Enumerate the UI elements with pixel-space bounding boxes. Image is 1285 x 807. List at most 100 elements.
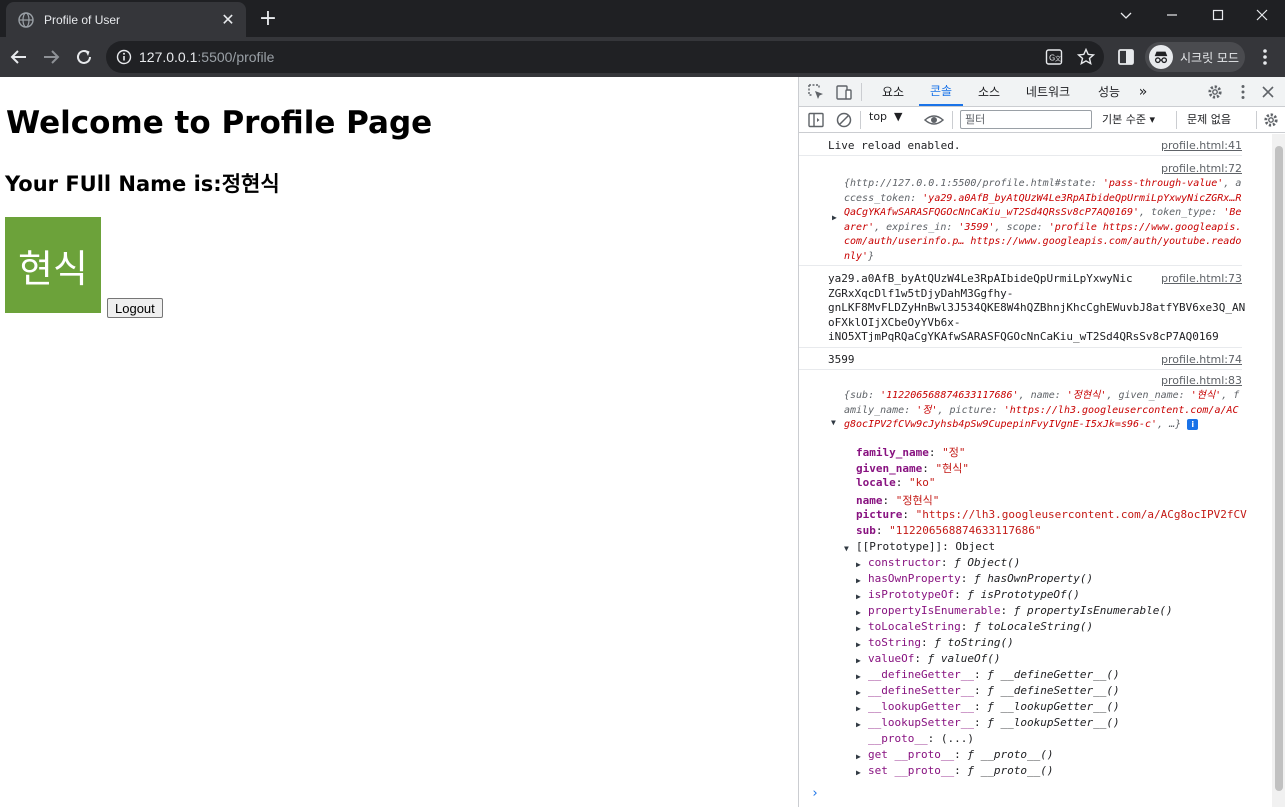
prototype-member[interactable]: __defineGetter__: ƒ __defineGetter__() [868,668,1120,681]
tab-search-icon[interactable] [1103,0,1149,30]
expand-arrow-icon[interactable]: ▶ [856,656,861,665]
expand-arrow-icon[interactable]: ▶ [856,752,861,761]
expand-arrow-icon[interactable]: ▶ [856,576,861,585]
minimize-icon[interactable] [1149,0,1195,30]
devtools-panel: 요소 콘솔 소스 네트워크 성능 » top ▼ 필터 기본 수준 ▾ 문제 없… [798,77,1285,807]
full-name-heading: Your FUll Name is:정현식 [5,172,280,196]
clear-console-icon[interactable] [835,111,853,129]
context-selector[interactable]: top ▼ [869,110,902,123]
translate-icon[interactable]: G 文 [1045,48,1063,66]
more-tabs-icon[interactable]: » [1133,77,1153,106]
prototype-member[interactable]: hasOwnProperty: ƒ hasOwnProperty() [868,572,1093,585]
console-message: Live reload enabled. profile.html:41 [799,134,1242,156]
incognito-label: 시크릿 모드 [1180,50,1240,65]
tab-title: Profile of User [44,12,121,27]
console-prompt[interactable]: › [811,786,819,801]
browser-tab[interactable]: Profile of User ✕ [6,2,246,37]
object-property: locale: "ko" [856,476,936,489]
expand-arrow-icon[interactable]: ▶ [856,704,861,713]
page-title: Welcome to Profile Page [6,105,433,141]
console-scrollbar[interactable] [1272,134,1285,807]
sidebar-toggle-icon[interactable] [807,111,825,129]
tab-console[interactable]: 콘솔 [919,77,963,106]
prototype-member[interactable]: toLocaleString: ƒ toLocaleString() [868,620,1093,633]
console-output: Live reload enabled. profile.html:41 pro… [799,134,1272,807]
close-window-icon[interactable] [1239,0,1285,30]
object-property: given_name: "현식" [856,462,969,475]
issues-count[interactable]: 문제 없음 [1187,111,1231,127]
page-viewport: Welcome to Profile Page Your FUll Name i… [0,77,798,807]
user-object-preview[interactable]: {sub: '112206568874633117686', name: '정현… [844,389,1242,433]
bookmark-star-icon[interactable] [1077,48,1095,66]
prototype-member[interactable]: toString: ƒ toString() [868,636,1014,649]
expand-arrow-icon[interactable]: ▶ [856,560,861,569]
tab-network[interactable]: 네트워크 [1015,77,1081,106]
separator [861,83,862,101]
back-icon[interactable] [7,45,31,69]
svg-text:文: 文 [1055,55,1061,63]
object-property: sub: "112206568874633117686" [856,524,1042,537]
separator [1256,111,1257,129]
expand-arrow-icon[interactable]: ▶ [856,768,861,777]
console-settings-gear-icon[interactable] [1262,111,1280,129]
prototype-label[interactable]: [[Prototype]]: Object [856,540,995,553]
separator [1176,111,1177,129]
prototype-member[interactable]: __defineSetter__: ƒ __defineSetter__() [868,684,1120,697]
log-levels-dropdown[interactable]: 기본 수준 ▾ [1102,111,1155,127]
device-toolbar-icon[interactable] [835,83,853,101]
info-icon[interactable]: i [1187,418,1199,430]
tab-elements[interactable]: 요소 [871,77,915,106]
console-filter-input[interactable]: 필터 [960,110,1092,129]
state-object-preview[interactable]: {http://127.0.0.1:5500/profile.html#stat… [844,177,1242,264]
settings-gear-icon[interactable] [1206,83,1224,101]
prototype-member[interactable]: __lookupSetter__: ƒ __lookupSetter__() [868,716,1120,729]
incognito-profile-button[interactable]: 시크릿 모드 [1145,42,1245,72]
prototype-member[interactable]: get __proto__: ƒ __proto__() [868,748,1053,761]
address-bar[interactable]: 127.0.0.1:5500/profile G 文 [106,41,1104,73]
tab-close-icon[interactable]: ✕ [218,10,238,29]
expand-arrow-icon[interactable]: ▶ [856,608,861,617]
new-tab-icon[interactable]: + [256,6,280,31]
prototype-member[interactable]: isPrototypeOf: ƒ isPrototypeOf() [868,588,1080,601]
console-message: profile.html:72 ▶ {http://127.0.0.1:5500… [799,156,1242,266]
maximize-icon[interactable] [1195,0,1241,30]
source-link[interactable]: profile.html:72 [1161,162,1242,175]
devtools-menu-icon[interactable] [1234,83,1252,101]
prototype-member[interactable]: set __proto__: ƒ __proto__() [868,764,1053,777]
browser-menu-icon[interactable] [1254,46,1276,68]
globe-icon [18,11,34,28]
source-link[interactable]: profile.html:74 [1161,353,1242,366]
access-token-text: ya29.a0AfB_byAtQUzW4Le3RpAIbideQpUrmiLpY… [828,272,1246,343]
browser-toolbar: 127.0.0.1:5500/profile G 文 시크릿 모드 [0,37,1285,77]
tab-sources[interactable]: 소스 [967,77,1011,106]
prototype-member[interactable]: propertyIsEnumerable: ƒ propertyIsEnumer… [868,604,1173,617]
expand-arrow-icon[interactable]: ▶ [856,672,861,681]
expand-arrow-icon[interactable]: ▶ [832,213,837,222]
inspect-element-icon[interactable] [807,83,825,101]
prototype-member[interactable]: valueOf: ƒ valueOf() [868,652,1000,665]
expand-arrow-icon[interactable]: ▶ [856,624,861,633]
scrollbar-thumb[interactable] [1275,146,1283,791]
collapse-arrow-icon[interactable]: ▼ [831,418,836,427]
expand-arrow-icon[interactable]: ▶ [856,592,861,601]
site-info-icon[interactable] [116,49,132,65]
prototype-member[interactable]: __proto__: (...) [868,732,974,745]
side-panel-icon[interactable] [1117,48,1135,66]
expand-arrow-icon[interactable]: ▶ [856,640,861,649]
expand-arrow-icon[interactable]: ▶ [856,720,861,729]
source-link[interactable]: profile.html:83 [1161,374,1242,387]
tab-performance[interactable]: 성능 [1089,77,1129,106]
avatar: 현식 [5,217,101,313]
collapse-arrow-icon[interactable]: ▼ [844,544,849,553]
prototype-member[interactable]: __lookupGetter__: ƒ __lookupGetter__() [868,700,1120,713]
source-link[interactable]: profile.html:41 [1161,139,1242,152]
logout-button[interactable]: Logout [107,298,163,318]
url-text: 127.0.0.1:5500/profile [139,49,275,65]
close-devtools-icon[interactable] [1259,83,1277,101]
prototype-member[interactable]: constructor: ƒ Object() [868,556,1020,569]
expand-arrow-icon[interactable]: ▶ [856,688,861,697]
reload-icon[interactable] [72,45,96,69]
live-expression-eye-icon[interactable] [924,111,944,129]
console-text: Live reload enabled. [828,139,961,152]
forward-icon[interactable] [39,45,63,69]
